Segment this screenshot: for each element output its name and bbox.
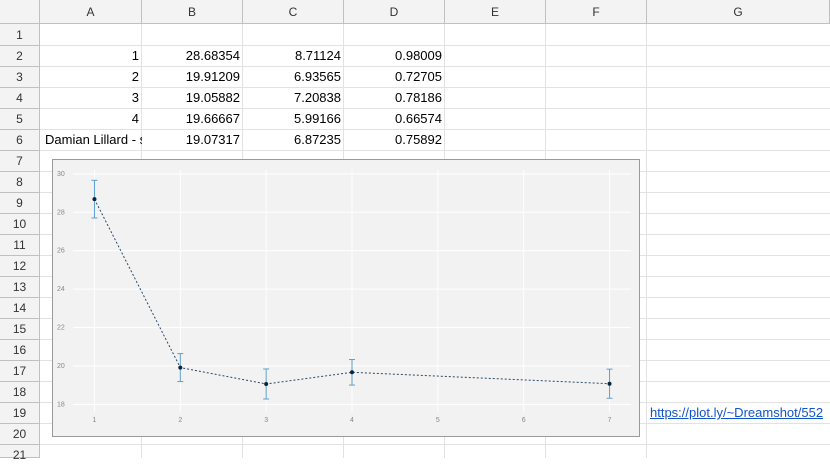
select-all-corner[interactable] [0,0,40,24]
y-tick-label: 28 [57,209,65,216]
row-header-8[interactable]: 8 [0,172,40,193]
x-tick-label: 6 [522,417,526,424]
cell-b2[interactable]: 28.68354 [142,46,243,66]
cell-c2[interactable]: 8.71124 [243,46,344,66]
chart-svg: 18 20 22 24 26 28 30 1 2 3 4 5 6 7 [57,170,631,424]
row-header-13[interactable]: 13 [0,277,40,298]
row-header-1[interactable]: 1 [0,24,40,46]
cell-c5[interactable]: 5.99166 [243,109,344,129]
embedded-chart[interactable]: 18 20 22 24 26 28 30 1 2 3 4 5 6 7 [52,159,640,437]
y-tick-label: 24 [57,286,65,293]
cell-a3[interactable]: 2 [41,67,142,87]
row-header-16[interactable]: 16 [0,340,40,361]
gridline [40,444,830,445]
row-header-15[interactable]: 15 [0,319,40,340]
data-point [92,197,97,202]
x-tick-label: 1 [93,417,97,424]
y-tick-label: 20 [57,363,65,370]
column-header-f[interactable]: F [546,0,647,24]
x-tick-label: 4 [350,417,354,424]
row-header-19[interactable]: 19 [0,403,40,424]
row-header-3[interactable]: 3 [0,67,40,88]
cell-b6[interactable]: 19.07317 [142,130,243,150]
row-header-5[interactable]: 5 [0,109,40,130]
data-point [264,381,269,386]
x-tick-label: 7 [608,417,612,424]
x-tick-label: 2 [178,417,182,424]
cell-d2[interactable]: 0.98009 [344,46,445,66]
x-tick-label: 3 [264,417,268,424]
cell-b3[interactable]: 19.91209 [142,67,243,87]
row-header-7[interactable]: 7 [0,151,40,172]
data-point [350,370,354,375]
column-header-a[interactable]: A [40,0,142,24]
column-header-g[interactable]: G [647,0,830,24]
plotly-link[interactable]: https://plot.ly/~Dreamshot/552 [647,403,830,423]
row-header-9[interactable]: 9 [0,193,40,214]
row-header-14[interactable]: 14 [0,298,40,319]
data-point [607,381,612,386]
cell-c6[interactable]: 6.87235 [243,130,344,150]
row-header-2[interactable]: 2 [0,46,40,67]
cell-d4[interactable]: 0.78186 [344,88,445,108]
y-tick-label: 18 [57,401,65,408]
gridline [40,150,830,151]
cell-a4[interactable]: 3 [41,88,142,108]
row-header-21[interactable]: 21 [0,445,40,462]
column-header-b[interactable]: B [142,0,243,24]
cell-d5[interactable]: 0.66574 [344,109,445,129]
x-tick-label: 5 [436,417,440,424]
y-tick-label: 30 [57,171,65,178]
column-header-d[interactable]: D [344,0,445,24]
column-header-c[interactable]: C [243,0,344,24]
cell-a2[interactable]: 1 [41,46,142,66]
cell-d3[interactable]: 0.72705 [344,67,445,87]
row-header-17[interactable]: 17 [0,361,40,382]
cell-b5[interactable]: 19.66667 [142,109,243,129]
spreadsheet-grid[interactable]: A B C D E F G 1 2 3 4 5 6 7 8 9 10 11 12… [0,0,830,462]
y-tick-label: 22 [57,324,65,331]
cell-c3[interactable]: 6.93565 [243,67,344,87]
row-header-12[interactable]: 12 [0,256,40,277]
cell-d6[interactable]: 0.75892 [344,130,445,150]
gridline [646,24,647,458]
row-header-11[interactable]: 11 [0,235,40,256]
cell-a6[interactable]: Damian Lillard - s [41,130,142,150]
data-point [178,365,183,370]
row-header-20[interactable]: 20 [0,424,40,445]
column-header-e[interactable]: E [445,0,546,24]
cell-a5[interactable]: 4 [41,109,142,129]
row-header-18[interactable]: 18 [0,382,40,403]
row-header-4[interactable]: 4 [0,88,40,109]
cell-c4[interactable]: 7.20838 [243,88,344,108]
y-tick-label: 26 [57,248,65,255]
row-header-10[interactable]: 10 [0,214,40,235]
cell-b4[interactable]: 19.05882 [142,88,243,108]
row-header-6[interactable]: 6 [0,130,40,151]
